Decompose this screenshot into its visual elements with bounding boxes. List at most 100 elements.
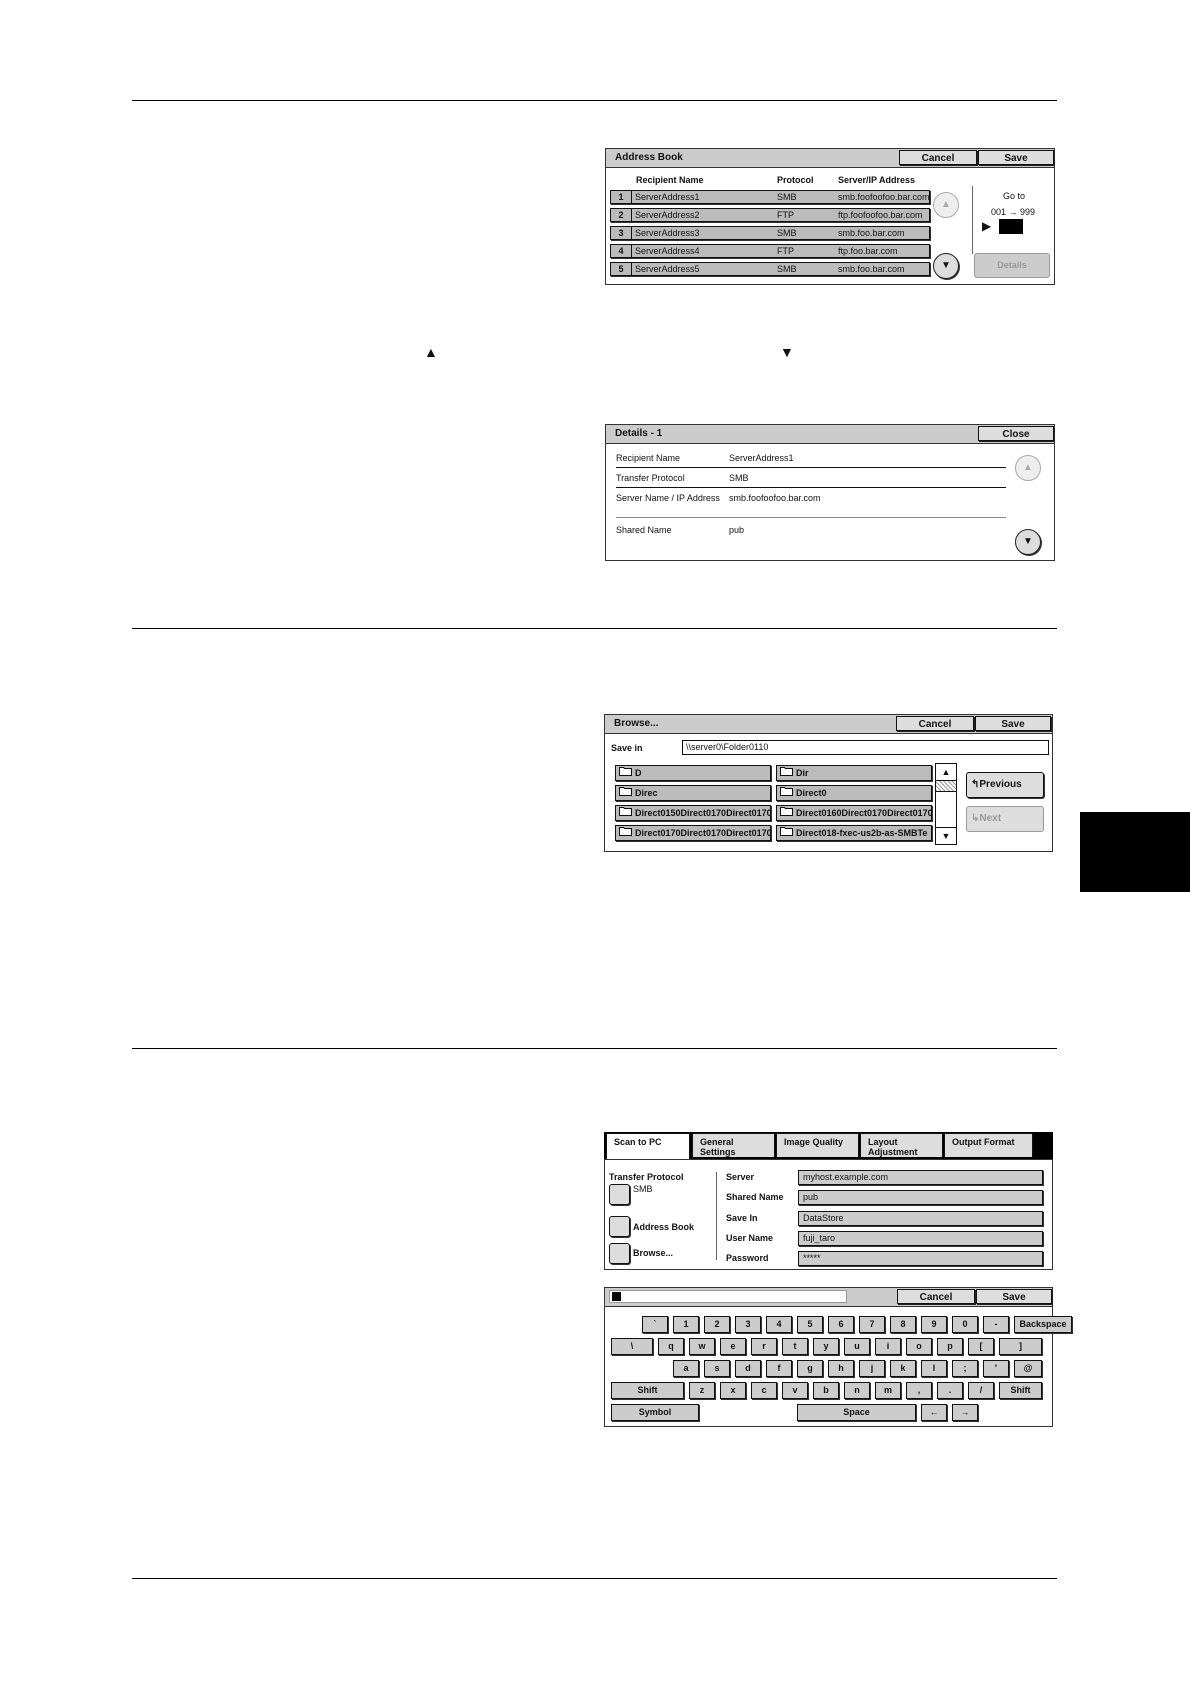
close-button[interactable]: Close [978,426,1054,441]
key[interactable]: z [689,1382,715,1399]
key[interactable]: b [813,1382,839,1399]
key[interactable]: 2 [704,1316,730,1333]
scroll-up-button[interactable]: ▲ [933,192,959,218]
password-field[interactable]: ***** [798,1251,1043,1266]
key[interactable]: o [906,1338,932,1355]
folder-item[interactable]: Direct0 [776,785,932,801]
folder-item[interactable]: Direct018-fxec-us2b-as-SMBTe [776,825,932,841]
key[interactable]: 0 [952,1316,978,1333]
key[interactable]: / [968,1382,994,1399]
shared-name-field[interactable]: pub [798,1190,1043,1205]
save-in-field[interactable]: \\server0\Folder0110 [682,740,1049,755]
key[interactable]: [ [968,1338,994,1355]
details-button[interactable]: Details [974,253,1050,278]
key[interactable]: n [844,1382,870,1399]
key[interactable]: 1 [673,1316,699,1333]
key[interactable]: x [720,1382,746,1399]
key[interactable]: ` [642,1316,668,1333]
save-button[interactable]: Save [976,1289,1052,1304]
key[interactable]: h [828,1360,854,1377]
folder-item[interactable]: Dir [776,765,932,781]
key[interactable]: t [782,1338,808,1355]
tab-layout-adjustment[interactable]: Layout Adjustment [860,1133,943,1157]
key[interactable]: . [937,1382,963,1399]
key[interactable]: 6 [828,1316,854,1333]
tab-output-format[interactable]: Output Format [944,1133,1033,1157]
tab-general-settings[interactable]: General Settings [692,1133,775,1157]
text-entry-field[interactable] [609,1290,847,1303]
scroll-down-button[interactable]: ▼ [1015,529,1041,555]
key[interactable]: e [720,1338,746,1355]
scroll-down-button[interactable]: ▼ [933,253,959,279]
save-in-field[interactable]: DataStore [798,1211,1043,1226]
space-key[interactable]: Space [797,1404,916,1421]
browse-button[interactable] [609,1243,630,1264]
key[interactable]: k [890,1360,916,1377]
key[interactable]: v [782,1382,808,1399]
tab-image-quality[interactable]: Image Quality [776,1133,859,1157]
goto-input[interactable] [999,219,1023,234]
table-row[interactable]: 3 ServerAddress3 SMB smb.foo.bar.com [610,226,930,240]
folder-item[interactable]: Direct0160Direct0170Direct0170 [776,805,932,821]
key[interactable]: u [844,1338,870,1355]
table-row[interactable]: 2 ServerAddress2 FTP ftp.foofoofoo.bar.c… [610,208,930,222]
key[interactable]: \ [611,1338,653,1355]
key[interactable]: ; [952,1360,978,1377]
key[interactable]: 5 [797,1316,823,1333]
key[interactable]: m [875,1382,901,1399]
save-button[interactable]: Save [978,150,1054,165]
table-row[interactable]: 4 ServerAddress4 FTP ftp.foo.bar.com [610,244,930,258]
address-book-button[interactable] [609,1216,630,1237]
key[interactable]: l [921,1360,947,1377]
key[interactable]: i [875,1338,901,1355]
key[interactable]: f [766,1360,792,1377]
shift-left-key[interactable]: Shift [611,1382,684,1399]
folder-scrollbar[interactable]: ▲ ▼ [935,763,957,845]
server-field[interactable]: myhost.example.com [798,1170,1043,1185]
next-button[interactable]: ↳Next [966,806,1044,832]
key[interactable]: a [673,1360,699,1377]
key[interactable]: @ [1014,1360,1042,1377]
key[interactable]: 7 [859,1316,885,1333]
key[interactable]: 3 [735,1316,761,1333]
scroll-up-button[interactable]: ▲ [1015,455,1041,481]
key[interactable]: w [689,1338,715,1355]
left-arrow-key[interactable]: ← [921,1404,947,1421]
scroll-thumb[interactable] [936,781,956,792]
key[interactable]: ] [999,1338,1042,1355]
key[interactable]: s [704,1360,730,1377]
key[interactable]: 4 [766,1316,792,1333]
cancel-button[interactable]: Cancel [897,1289,975,1304]
tab-scan-to-pc[interactable]: Scan to PC [606,1133,690,1160]
key[interactable]: q [658,1338,684,1355]
table-row[interactable]: 1 ServerAddress1 SMB smb.foofoofoo.bar.c… [610,190,930,204]
table-row[interactable]: 5 ServerAddress5 SMB smb.foo.bar.com [610,262,930,276]
transfer-protocol-button[interactable] [609,1184,630,1205]
cancel-button[interactable]: Cancel [899,150,977,165]
save-button[interactable]: Save [975,716,1051,731]
folder-item[interactable]: Direc [615,785,771,801]
key[interactable]: , [906,1382,932,1399]
key[interactable]: p [937,1338,963,1355]
key[interactable]: g [797,1360,823,1377]
scroll-up-button[interactable]: ▲ [936,764,956,781]
key[interactable]: ' [983,1360,1009,1377]
backspace-key-visible[interactable]: Backspace [1014,1316,1072,1333]
key[interactable]: c [751,1382,777,1399]
key[interactable]: - [983,1316,1009,1333]
folder-item[interactable]: D [615,765,771,781]
key[interactable]: r [751,1338,777,1355]
folder-item[interactable]: Direct0150Direct0170Direct0170 [615,805,771,821]
key[interactable]: y [813,1338,839,1355]
scroll-down-button[interactable]: ▼ [936,827,956,844]
symbol-key[interactable]: Symbol [611,1404,699,1421]
user-name-field[interactable]: fuji_taro [798,1231,1043,1246]
key[interactable]: 8 [890,1316,916,1333]
shift-right-key[interactable]: Shift [999,1382,1042,1399]
key[interactable]: d [735,1360,761,1377]
folder-item[interactable]: Direct0170Direct0170Direct0170 [615,825,771,841]
key[interactable]: 9 [921,1316,947,1333]
cancel-button[interactable]: Cancel [896,716,974,731]
key[interactable]: j [859,1360,885,1377]
previous-button[interactable]: ↰Previous [966,772,1044,798]
